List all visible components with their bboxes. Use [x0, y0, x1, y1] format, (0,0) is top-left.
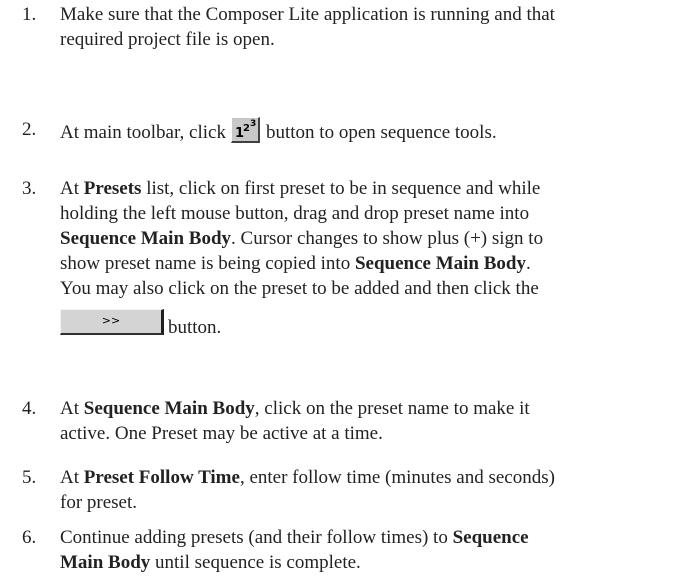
step-number: 3.: [22, 178, 37, 199]
step-text: list, click on first preset to be in seq…: [141, 178, 541, 199]
ui-term-sequence: Sequence: [452, 527, 529, 548]
step-text: button to open sequence tools.: [265, 122, 497, 143]
step-text-line: active. One Preset may be active at a ti…: [60, 423, 383, 444]
step-text-line: Make sure that the Composer Lite applica…: [60, 4, 555, 25]
ui-term-presets: Presets: [83, 178, 142, 199]
ui-term-sequence-main-body: Sequence Main Body: [354, 253, 526, 274]
svg-text:2: 2: [243, 123, 250, 134]
step-text: Continue adding presets (and their follo…: [60, 527, 453, 548]
step-text: show preset name is being copied into: [60, 253, 355, 274]
step-number: 1.: [22, 4, 37, 25]
step-text-line: required project file is open.: [60, 29, 275, 50]
svg-text:3: 3: [250, 119, 256, 129]
step-text-line: You may also click on the preset to be a…: [60, 278, 539, 299]
sequence-tools-icon[interactable]: 1 2 3: [230, 117, 260, 143]
step-text: , click on the preset name to make it: [254, 398, 530, 419]
step-text: .: [526, 253, 531, 274]
ui-term-preset-follow-time: Preset Follow Time: [83, 467, 240, 488]
step-text: until sequence is complete.: [150, 552, 361, 573]
step-text: . Cursor changes to show plus (+) sign t…: [231, 228, 544, 249]
step-number: 5.: [22, 467, 37, 488]
step-text: At: [60, 467, 84, 488]
step-text: , enter follow time (minutes and seconds…: [239, 467, 555, 488]
step-number: 6.: [22, 527, 37, 548]
step-text: At: [60, 178, 84, 199]
ui-term-sequence-main-body: Sequence Main Body: [83, 398, 255, 419]
step-number: 4.: [22, 398, 37, 419]
step-text-line: for preset.: [60, 492, 138, 513]
step-text: At main toolbar, click: [60, 122, 226, 143]
ui-term-sequence-main-body: Sequence Main Body: [60, 228, 232, 249]
add-preset-button[interactable]: >>: [60, 309, 164, 335]
ui-term-main-body: Main Body: [60, 552, 151, 573]
step-text: button.: [168, 317, 222, 338]
step-number: 2.: [22, 119, 37, 140]
step-text: At: [60, 398, 84, 419]
step-text-line: holding the left mouse button, drag and …: [60, 203, 530, 224]
